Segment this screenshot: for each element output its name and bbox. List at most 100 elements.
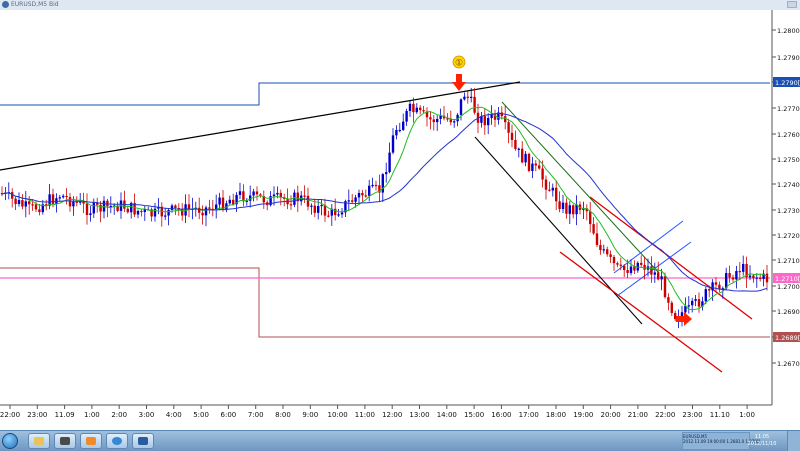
candle-body — [351, 200, 354, 202]
time-tick-label: 14:00 — [437, 411, 457, 419]
candle-body — [92, 202, 95, 214]
candle-body — [653, 272, 656, 275]
taskbar-clock[interactable]: 11:05 2012/11/10 — [742, 434, 782, 448]
clock-date: 2012/11/10 — [747, 441, 777, 447]
candle-body — [340, 212, 344, 215]
candle-body — [728, 273, 731, 278]
time-tick-label: 13:00 — [409, 411, 429, 419]
candle-body — [17, 200, 21, 205]
candle-body — [711, 282, 714, 291]
candle-body — [218, 197, 221, 205]
candle-body — [385, 172, 388, 175]
candle-body — [317, 206, 320, 213]
time-tick-label: 12:00 — [382, 411, 402, 419]
time-tick-label: 10:00 — [328, 411, 348, 419]
start-button[interactable] — [2, 433, 18, 449]
channel-lower-line — [559, 251, 723, 373]
candle-body — [31, 204, 34, 206]
internet-explorer-icon[interactable] — [106, 433, 128, 449]
candle-body — [551, 187, 554, 191]
candle-body — [402, 121, 405, 130]
candle-body — [473, 96, 476, 113]
candle-body — [28, 201, 31, 205]
terminal-app-icon — [2, 1, 9, 8]
show-desktop-button[interactable] — [787, 431, 800, 451]
candle-body — [487, 117, 490, 126]
candle-body — [255, 191, 259, 195]
candle-body — [738, 271, 741, 273]
window-title: EURUSD,M5 Bid — [11, 1, 59, 8]
candle-body — [140, 210, 143, 213]
candle-body — [599, 245, 602, 251]
candle-body — [629, 266, 633, 273]
candle-body — [289, 204, 293, 206]
candle-body — [660, 276, 663, 280]
candle-body — [252, 191, 255, 196]
candle-body — [170, 205, 174, 210]
candle-body — [558, 201, 561, 209]
chart-canvas[interactable]: ① 1.2800[0]1.2790[5]1.2780[0]1.2770[0]1.… — [0, 10, 800, 430]
candle-body — [759, 277, 762, 280]
time-tick-label: 18:00 — [546, 411, 566, 419]
price-tick-label: 1.2760[0] — [777, 131, 800, 139]
candle-body — [616, 263, 619, 265]
candle-body — [398, 129, 401, 132]
candle-body — [650, 266, 653, 275]
candle-body — [534, 163, 537, 166]
price-label-text: 1.2689[0] — [775, 334, 800, 342]
price-tick-label: 1.2800[0] — [777, 27, 800, 35]
candle-body — [232, 199, 235, 205]
candle-body — [626, 270, 629, 273]
candle-body — [612, 257, 616, 264]
candle-body — [126, 208, 129, 213]
candle-body — [507, 122, 510, 133]
candle-body — [136, 210, 140, 215]
time-tick-label: 11:00 — [355, 411, 375, 419]
window-controls-icon[interactable] — [787, 1, 797, 8]
candle-body — [361, 192, 364, 196]
candle-body — [228, 199, 231, 204]
candle-body — [670, 302, 673, 313]
windows-explorer-icon[interactable] — [28, 433, 50, 449]
candle-body — [303, 195, 306, 197]
candle-body — [208, 207, 211, 209]
candle-body — [755, 277, 758, 279]
time-tick-label: 1:00 — [84, 411, 100, 419]
falling-trendline — [474, 136, 643, 325]
candle-body — [422, 110, 425, 112]
price-tick-label: 1.2720[0] — [777, 232, 800, 240]
rising-trendline — [0, 81, 521, 171]
candle-body — [272, 194, 276, 197]
candle-body — [752, 275, 755, 279]
candle-body — [198, 207, 201, 213]
time-tick-label: 5:00 — [193, 411, 209, 419]
price-chart[interactable]: ① 1.2800[0]1.2790[5]1.2780[0]1.2770[0]1.… — [0, 10, 800, 430]
candle-body — [85, 203, 89, 216]
candle-body — [466, 96, 469, 98]
candle-body — [374, 184, 378, 187]
candle-body — [143, 209, 146, 212]
time-tick-label: 17:00 — [519, 411, 539, 419]
candle-body — [657, 272, 660, 280]
candle-body — [521, 148, 524, 163]
down-arrow-icon — [452, 74, 466, 91]
outlook-icon[interactable] — [80, 433, 102, 449]
candle-body — [354, 197, 357, 202]
price-tick-label: 1.2750[0] — [777, 156, 800, 164]
clock-time: 11:05 — [754, 434, 770, 440]
candle-body — [279, 192, 282, 198]
candle-body — [517, 148, 520, 150]
candle-body — [623, 265, 626, 271]
candle-body — [633, 266, 636, 271]
trading-terminal-icon[interactable] — [132, 433, 154, 449]
candle-body — [568, 205, 571, 214]
price-tick-label: 1.2690[0] — [777, 308, 800, 316]
candle-body — [667, 297, 670, 303]
candle-body — [153, 208, 157, 217]
moving-average-slow — [1, 112, 768, 292]
price-tick-label: 1.2770[0] — [777, 105, 800, 113]
candle-body — [68, 197, 72, 207]
candle-body — [548, 189, 551, 191]
media-player-icon[interactable] — [54, 433, 76, 449]
time-tick-label: 9:00 — [302, 411, 318, 419]
